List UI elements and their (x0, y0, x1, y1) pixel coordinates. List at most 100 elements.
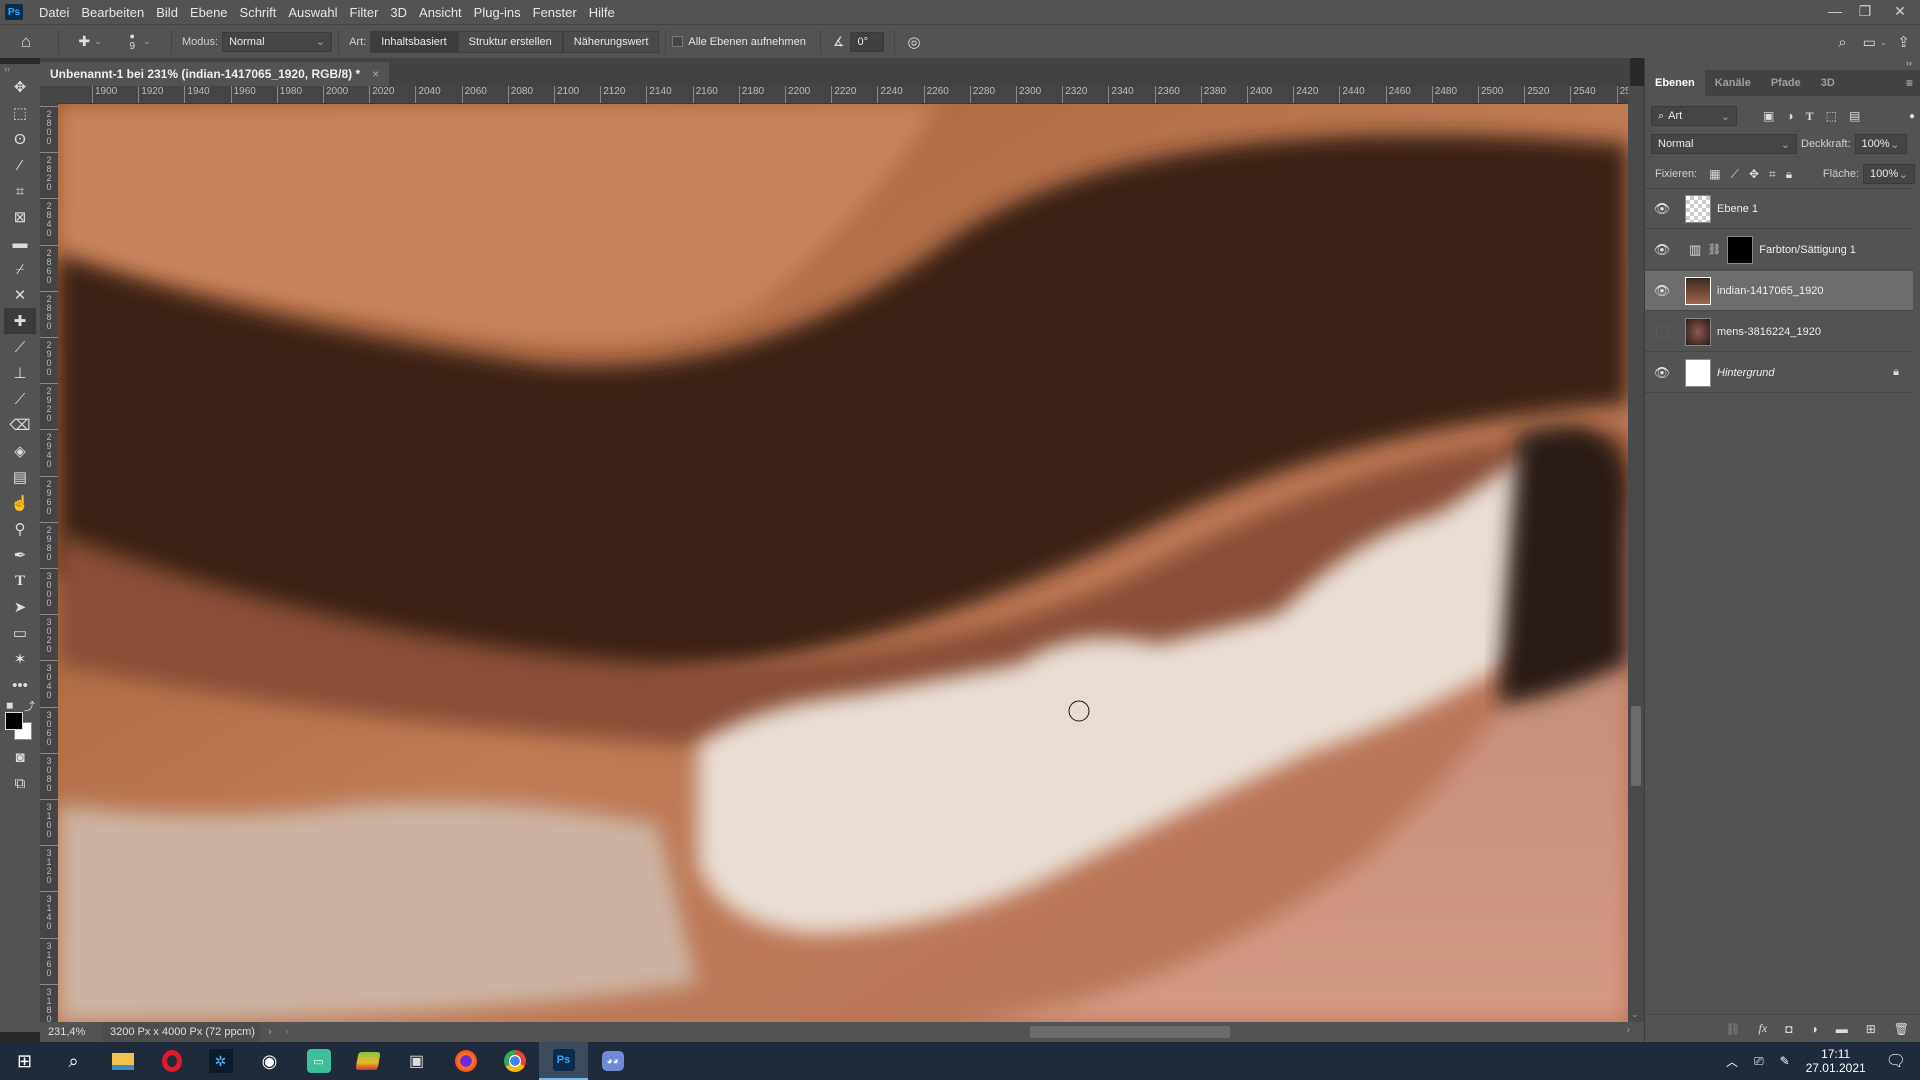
opera-icon[interactable] (147, 1042, 196, 1080)
meet-now-icon[interactable]: ⎚ (1754, 1054, 1764, 1069)
new-group-icon[interactable]: ▬ (1836, 1022, 1848, 1036)
vertical-scroll-thumb[interactable] (1631, 706, 1641, 786)
lock-artboard-icon[interactable]: ⌗ (1769, 167, 1776, 182)
layer-row[interactable]: 👁︎ Hintergrund 🔒︎ (1645, 353, 1913, 393)
type-proximity-match-button[interactable]: Näherungswert (562, 30, 660, 53)
layer-row[interactable]: 👁︎ indian-1417065_1920 (1645, 271, 1913, 311)
menu-datei[interactable]: Datei (33, 5, 75, 20)
obs-icon[interactable]: ◉ (245, 1042, 294, 1080)
menu-ebene[interactable]: Ebene (184, 5, 234, 20)
frame-tool-icon[interactable]: ⊠ (0, 204, 40, 230)
clone-stamp-tool-icon[interactable]: ⊥ (0, 360, 40, 386)
menu-3d[interactable]: 3D (384, 5, 413, 20)
notifications-icon[interactable]: 🗨︎ (1886, 1051, 1906, 1071)
link-layers-icon[interactable]: ⛓︎ (1725, 1022, 1740, 1036)
firefox-icon[interactable] (441, 1042, 490, 1080)
adjustment-layer-icon[interactable]: ◑ (1810, 1022, 1817, 1036)
close-button[interactable]: ✕ (1880, 0, 1920, 22)
brush-tool-icon[interactable]: ⟋ (0, 334, 40, 360)
new-layer-icon[interactable]: ⊞ (1866, 1022, 1876, 1036)
crop-tool-icon[interactable]: ⌗ (0, 178, 40, 204)
lock-transparency-icon[interactable]: ▦ (1709, 167, 1720, 181)
collapse-icon[interactable]: ›› (0, 64, 40, 74)
content-aware-move-tool-icon[interactable]: ✕ (0, 282, 40, 308)
menu-fenster[interactable]: Fenster (527, 5, 583, 20)
chevron-down-icon[interactable]: ⌄ (1880, 37, 1888, 48)
paint-bucket-tool-icon[interactable]: ◈ (0, 438, 40, 464)
gradient-tool-icon[interactable]: ▤ (0, 464, 40, 490)
menu-auswahl[interactable]: Auswahl (282, 5, 343, 20)
streamlabs-icon[interactable]: ▣ (392, 1042, 441, 1080)
chevron-right-icon[interactable]: › (268, 1026, 272, 1038)
fill-input[interactable]: 100% ⌄ (1863, 164, 1915, 184)
clock[interactable]: 17:11 27.01.2021 (1806, 1047, 1866, 1075)
eye-icon[interactable]: 👁︎ (1645, 365, 1679, 381)
chevron-down-icon[interactable]: ⌄ (1631, 1009, 1639, 1020)
path-select-tool-icon[interactable]: ➤ (0, 594, 40, 620)
filter-shape-icon[interactable]: ⬚ (1826, 109, 1837, 123)
fx-icon[interactable]: fx (1759, 1021, 1768, 1036)
eraser-tool-icon[interactable]: ⌫ (0, 412, 40, 438)
bluestacks-icon[interactable] (343, 1042, 392, 1080)
menu-ansicht[interactable]: Ansicht (413, 5, 468, 20)
windows-start-icon[interactable]: ⊞ (0, 1042, 49, 1080)
horizontal-ruler[interactable]: 1900 1920 1940 1960 1980 2000 2020 2040 2060 2080… (58, 86, 1628, 104)
tab-ebenen[interactable]: Ebenen (1645, 70, 1705, 96)
smudge-tool-icon[interactable]: ☝ (0, 490, 40, 516)
marquee-tool-icon[interactable]: ⬚ (0, 100, 40, 126)
mode-select[interactable]: Normal ⌄ (222, 31, 333, 52)
eye-icon[interactable]: 👁︎ (1645, 283, 1679, 299)
pen-workspace-icon[interactable]: ✎ (1780, 1054, 1790, 1068)
blend-mode-select[interactable]: Normal ⌄ (1651, 134, 1797, 154)
eye-icon[interactable]: 👁︎ (1645, 242, 1679, 258)
search-icon[interactable]: ⌕ (49, 1042, 98, 1080)
filter-pixel-icon[interactable]: ▣ (1763, 109, 1774, 123)
filter-smart-object-icon[interactable]: ▤ (1849, 109, 1860, 123)
share-icon[interactable]: ⇪ (1897, 33, 1910, 51)
menu-filter[interactable]: Filter (344, 5, 385, 20)
opacity-input[interactable]: 100% ⌄ (1854, 134, 1907, 154)
minimize-button[interactable]: — (1820, 0, 1850, 22)
layer-filter-select[interactable]: ⌕ Art ⌄ (1651, 106, 1737, 126)
type-tool-icon[interactable]: T (0, 568, 40, 594)
filter-type-icon[interactable]: T (1806, 109, 1814, 124)
filter-toggle-icon[interactable]: ● (1909, 111, 1915, 122)
chrome-icon[interactable] (490, 1042, 539, 1080)
visibility-toggle-empty[interactable] (1645, 325, 1679, 338)
delete-layer-icon[interactable]: 🗑︎ (1894, 1022, 1909, 1036)
quick-mask-icon[interactable]: ◙ (0, 744, 40, 770)
layer-row[interactable]: mens-3816224_1920 (1645, 312, 1913, 352)
vertical-ruler[interactable]: 2800 2820 2840 2860 2880 2900 2920 2940 2960 2980… (40, 104, 58, 1024)
lock-icon[interactable]: 🔒︎ (1893, 366, 1899, 379)
menu-bearbeiten[interactable]: Bearbeiten (75, 5, 150, 20)
home-icon[interactable]: ⌂ (0, 29, 52, 55)
menu-plugins[interactable]: Plug-ins (468, 5, 527, 20)
foreground-color-swatch[interactable] (5, 712, 23, 730)
lock-pixels-icon[interactable]: ⟋ (1731, 167, 1739, 182)
panel-menu-icon[interactable]: ≡ (1906, 76, 1913, 90)
lock-all-icon[interactable]: 🔒︎ (1786, 167, 1792, 182)
file-explorer-icon[interactable] (98, 1042, 147, 1080)
chevron-left-icon[interactable]: ‹ (286, 1026, 290, 1038)
layer-row[interactable]: 👁︎ Ebene 1 (1645, 189, 1913, 229)
custom-shape-tool-icon[interactable]: ✶ (0, 646, 40, 672)
menu-bild[interactable]: Bild (150, 5, 184, 20)
eyedropper-tool-icon[interactable]: ⌿ (0, 256, 40, 282)
discord-icon[interactable]: ◕◕ (588, 1042, 637, 1080)
sample-all-layers-checkbox[interactable]: Alle Ebenen aufnehmen (672, 36, 806, 48)
magic-wand-tool-icon[interactable]: ⁄ (0, 152, 40, 178)
pressure-size-icon[interactable]: ◎ (907, 33, 920, 51)
tab-3d[interactable]: 3D (1811, 70, 1845, 96)
vertical-scrollbar[interactable]: ⌄ (1628, 86, 1644, 1022)
close-tab-icon[interactable]: × (372, 67, 379, 81)
type-content-aware-button[interactable]: Inhaltsbasiert (370, 30, 458, 53)
tab-kanaele[interactable]: Kanäle (1705, 70, 1761, 96)
layer-row[interactable]: 👁︎ ▥ ⛓︎ Farbton/Sättigung 1 (1645, 230, 1913, 270)
rectangle-tool-icon[interactable]: ▭ (0, 620, 40, 646)
horizontal-scrollbar[interactable]: › (1020, 1024, 1640, 1040)
zoom-level[interactable]: 231,4% (40, 1026, 102, 1038)
search-icon[interactable]: ⌕ (1838, 34, 1846, 51)
add-mask-icon[interactable]: ◘ (1785, 1022, 1792, 1036)
menu-hilfe[interactable]: Hilfe (583, 5, 621, 20)
spot-healing-tool-icon[interactable]: ✚ (4, 308, 36, 334)
